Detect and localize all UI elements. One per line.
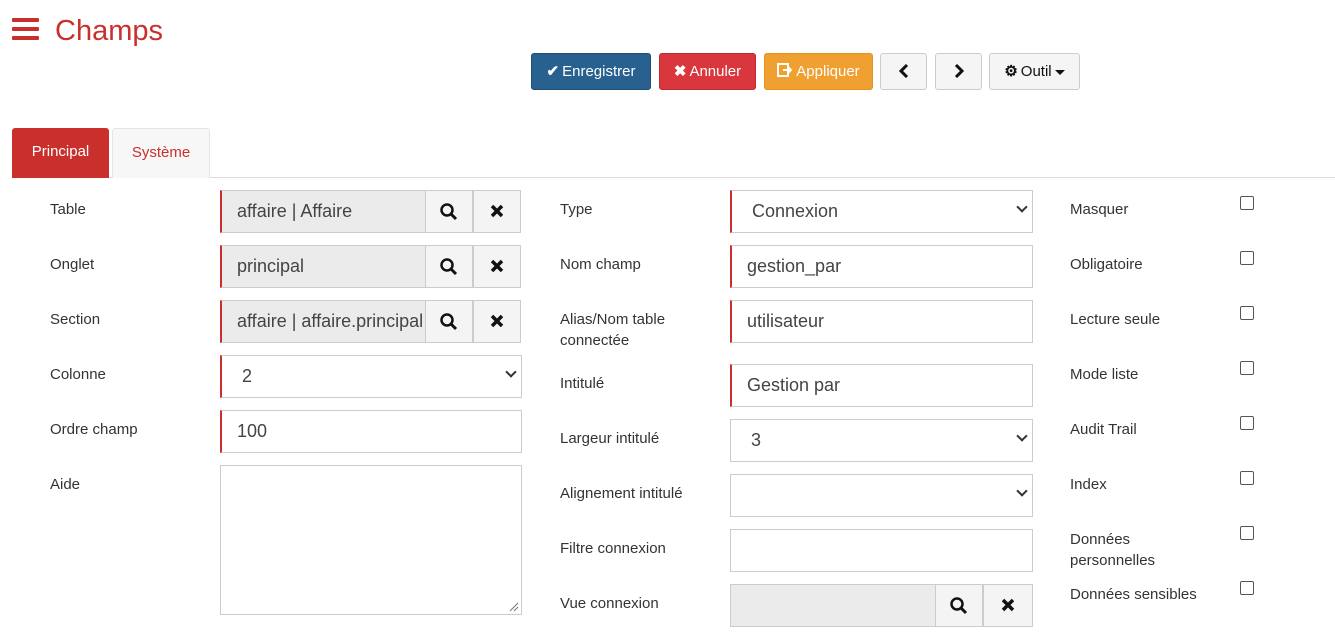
audit-trail-label: Audit Trail — [1070, 421, 1137, 438]
search-icon — [440, 203, 458, 221]
gear-icon: ⚙ — [1004, 63, 1018, 80]
save-button[interactable]: ✔ Enregistrer — [531, 53, 651, 90]
largeur-intitule-value: 3 — [751, 430, 762, 450]
search-icon — [440, 258, 458, 276]
tab-principal[interactable]: Principal — [12, 128, 109, 178]
close-icon — [490, 259, 504, 273]
nom-champ-input[interactable]: gestion_par — [730, 245, 1033, 288]
obligatoire-label: Obligatoire — [1070, 256, 1143, 273]
search-icon — [440, 313, 458, 331]
filtre-connexion-input[interactable] — [730, 529, 1033, 572]
mode-liste-label: Mode liste — [1070, 366, 1139, 383]
vue-connexion-clear-button[interactable] — [983, 584, 1033, 627]
alignement-intitule-label: Alignement intitulé — [560, 485, 683, 502]
lecture-seule-label: Lecture seule — [1070, 311, 1161, 328]
chevron-down-icon — [1016, 201, 1028, 213]
index-checkbox[interactable] — [1240, 471, 1254, 485]
close-icon — [1001, 598, 1015, 612]
colonne-label: Colonne — [50, 366, 106, 383]
mode-liste-checkbox[interactable] — [1240, 361, 1254, 375]
tab-divider — [12, 177, 1335, 178]
tab-systeme[interactable]: Système — [112, 128, 210, 178]
largeur-intitule-select[interactable]: 3 — [730, 419, 1033, 462]
lecture-seule-checkbox[interactable] — [1240, 306, 1254, 320]
chevron-down-icon — [1016, 430, 1028, 442]
ordre-champ-label: Ordre champ — [50, 421, 138, 438]
previous-button[interactable] — [880, 53, 927, 90]
table-label: Table — [50, 201, 86, 218]
cancel-button-label: Annuler — [689, 63, 742, 80]
index-label: Index — [1070, 476, 1107, 493]
vue-connexion-label: Vue connexion — [560, 595, 659, 612]
table-search-button[interactable] — [425, 190, 473, 233]
share-icon — [777, 54, 793, 89]
donnees-sensibles-label: Données sensibles — [1070, 586, 1197, 603]
alias-label-line1: Alias/Nom table — [560, 311, 666, 328]
alignement-intitule-select[interactable] — [730, 474, 1033, 517]
type-label: Type — [560, 201, 593, 218]
chevron-down-icon — [505, 366, 517, 378]
times-icon: ✖ — [673, 63, 687, 80]
section-search-button[interactable] — [425, 300, 473, 343]
tool-dropdown-button[interactable]: ⚙ Outil — [989, 53, 1080, 90]
largeur-intitule-label: Largeur intitulé — [560, 430, 660, 447]
search-icon — [950, 597, 968, 615]
donnees-sensibles-checkbox[interactable] — [1240, 581, 1254, 595]
close-icon — [490, 204, 504, 218]
colonne-select[interactable]: 2 — [220, 355, 522, 398]
section-label: Section — [50, 311, 101, 328]
chevron-right-icon — [954, 63, 964, 79]
caret-down-icon — [1054, 69, 1065, 75]
filtre-connexion-label: Filtre connexion — [560, 540, 666, 557]
type-value: Connexion — [752, 201, 839, 221]
onglet-field[interactable]: principal — [220, 245, 426, 288]
close-icon — [490, 314, 504, 328]
chevron-down-icon — [1016, 485, 1028, 497]
cancel-button[interactable]: ✖ Annuler — [659, 53, 756, 90]
alias-input[interactable]: utilisateur — [730, 300, 1033, 343]
donnees-personnelles-checkbox[interactable] — [1240, 526, 1254, 540]
resize-grip-icon[interactable] — [509, 602, 519, 612]
alias-label-line2: connectée — [560, 332, 630, 349]
tool-button-label: Outil — [1020, 63, 1052, 80]
intitule-input[interactable]: Gestion par — [730, 364, 1033, 407]
aide-label: Aide — [50, 476, 81, 493]
section-clear-button[interactable] — [473, 300, 521, 343]
chevron-left-icon — [898, 63, 908, 79]
page-title: Champs — [55, 15, 163, 47]
colonne-value: 2 — [242, 366, 253, 386]
menu-icon[interactable] — [12, 18, 39, 40]
obligatoire-checkbox[interactable] — [1240, 251, 1254, 265]
donnees-personnelles-label-line2: personnelles — [1070, 552, 1156, 569]
next-button[interactable] — [935, 53, 982, 90]
onglet-search-button[interactable] — [425, 245, 473, 288]
onglet-clear-button[interactable] — [473, 245, 521, 288]
aide-textarea[interactable] — [220, 465, 522, 615]
check-icon: ✔ — [546, 63, 560, 80]
ordre-champ-input[interactable]: 100 — [220, 410, 522, 453]
nom-champ-label: Nom champ — [560, 256, 641, 273]
intitule-label: Intitulé — [560, 375, 605, 392]
table-clear-button[interactable] — [473, 190, 521, 233]
save-button-label: Enregistrer — [562, 63, 636, 80]
audit-trail-checkbox[interactable] — [1240, 416, 1254, 430]
masquer-checkbox[interactable] — [1240, 196, 1254, 210]
onglet-label: Onglet — [50, 256, 95, 273]
apply-button-label: Appliquer — [796, 63, 860, 80]
table-field[interactable]: affaire | Affaire — [220, 190, 426, 233]
masquer-label: Masquer — [1070, 201, 1129, 218]
section-field[interactable]: affaire | affaire.principal — [220, 300, 426, 343]
apply-button[interactable]: Appliquer — [764, 53, 873, 90]
vue-connexion-field[interactable] — [730, 584, 936, 627]
type-select[interactable]: Connexion — [730, 190, 1033, 233]
vue-connexion-search-button[interactable] — [935, 584, 983, 627]
donnees-personnelles-label-line1: Données — [1070, 531, 1131, 548]
